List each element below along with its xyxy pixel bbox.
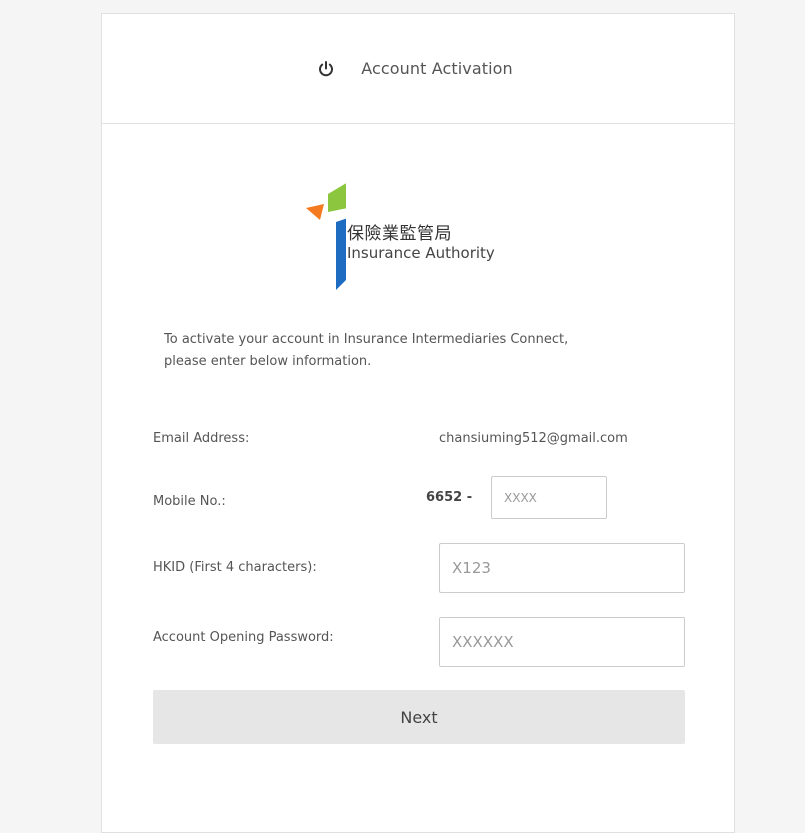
intro-text: To activate your account in Insurance In… bbox=[164, 329, 684, 373]
mobile-label: Mobile No.: bbox=[153, 494, 226, 509]
logo-chinese-name: 保險業監管局 bbox=[347, 224, 452, 244]
logo-english-name: Insurance Authority bbox=[347, 244, 495, 262]
mobile-prefix: 6652 - bbox=[426, 490, 473, 505]
card-header: Account Activation bbox=[102, 14, 734, 124]
email-label: Email Address: bbox=[153, 431, 250, 446]
email-value: chansiuming512@gmail.com bbox=[439, 431, 628, 446]
password-input[interactable] bbox=[439, 617, 685, 667]
logo-mark-icon bbox=[306, 182, 354, 290]
next-button[interactable]: Next bbox=[153, 690, 685, 744]
hkid-label: HKID (First 4 characters): bbox=[153, 560, 317, 575]
intro-line-1: To activate your account in Insurance In… bbox=[164, 332, 569, 347]
mobile-input[interactable] bbox=[491, 476, 607, 519]
insurance-authority-logo: 保險業監管局 Insurance Authority bbox=[306, 182, 546, 292]
hkid-input[interactable] bbox=[439, 543, 685, 593]
power-icon bbox=[317, 60, 335, 78]
intro-line-2: please enter below information. bbox=[164, 354, 372, 369]
logo-text: 保險業監管局 Insurance Authority bbox=[347, 224, 495, 262]
password-label: Account Opening Password: bbox=[153, 630, 334, 645]
activation-card: Account Activation 保險業監管局 Insurance Auth… bbox=[101, 13, 735, 833]
page-title: Account Activation bbox=[361, 59, 513, 78]
